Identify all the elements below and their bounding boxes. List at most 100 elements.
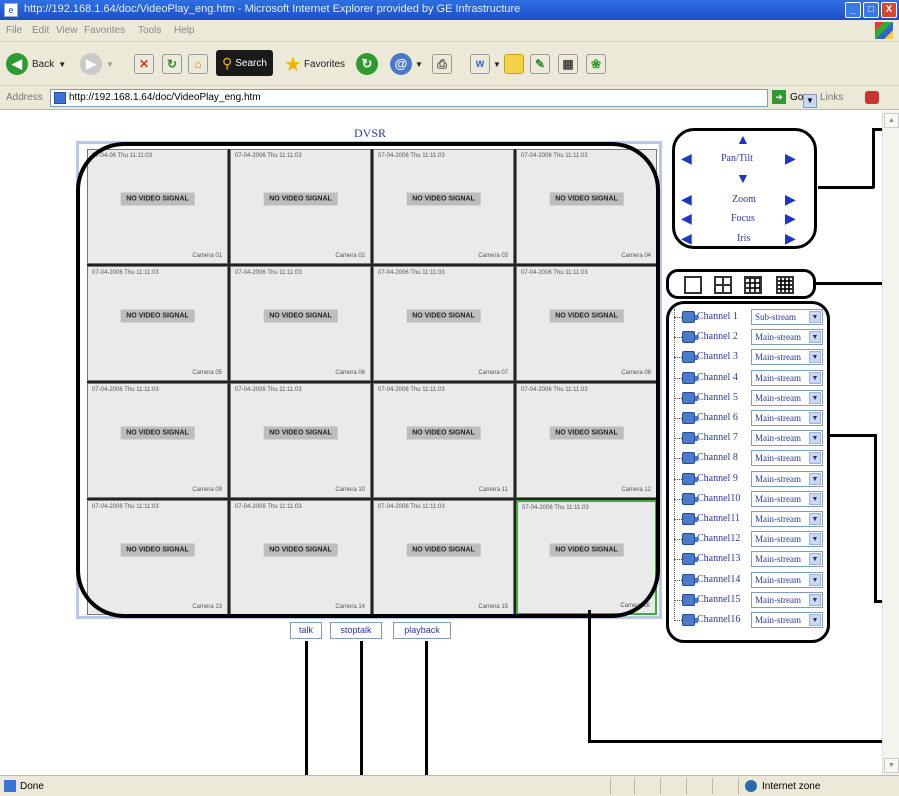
channel-row[interactable]: Channel10 Main-stream ▼ bbox=[674, 490, 824, 509]
channel-row[interactable]: Channel15 Main-stream ▼ bbox=[674, 591, 824, 610]
stream-select[interactable]: Main-stream ▼ bbox=[751, 450, 823, 467]
chevron-down-icon[interactable]: ▼ bbox=[809, 331, 821, 344]
focus-near-icon[interactable]: ◀ bbox=[681, 211, 692, 225]
focus-far-icon[interactable]: ▶ bbox=[785, 211, 796, 225]
stream-select[interactable]: Main-stream ▼ bbox=[751, 329, 823, 346]
stream-select[interactable]: Main-stream ▼ bbox=[751, 410, 823, 426]
menu-view[interactable]: View bbox=[56, 25, 78, 36]
channel-name[interactable]: Channel14 bbox=[697, 574, 740, 585]
talk-button[interactable]: talk bbox=[290, 622, 322, 639]
chevron-down-icon[interactable]: ▼ bbox=[809, 311, 821, 323]
chevron-down-icon[interactable]: ▼ bbox=[809, 573, 821, 586]
vertical-scrollbar[interactable]: ▲ ▼ bbox=[882, 111, 899, 775]
stream-select[interactable]: Main-stream ▼ bbox=[751, 369, 823, 386]
channel-name[interactable]: Channel 1 bbox=[697, 311, 738, 322]
channel-row[interactable]: Channel14 Main-stream ▼ bbox=[674, 571, 824, 590]
chevron-down-icon[interactable]: ▼ bbox=[809, 432, 821, 445]
back-button[interactable]: ◀ Back ▼ bbox=[6, 50, 66, 78]
scroll-up-icon[interactable]: ▲ bbox=[884, 113, 899, 128]
tilt-down-icon[interactable]: ▼ bbox=[736, 171, 750, 185]
chevron-down-icon[interactable]: ▼ bbox=[809, 412, 821, 424]
scroll-down-icon[interactable]: ▼ bbox=[884, 758, 899, 773]
sixteen-view-icon[interactable] bbox=[776, 276, 794, 294]
channel-name[interactable]: Channel11 bbox=[697, 513, 740, 524]
menu-file[interactable]: File bbox=[6, 25, 22, 36]
stream-select[interactable]: Main-stream ▼ bbox=[751, 470, 823, 487]
iris-close-icon[interactable]: ◀ bbox=[681, 231, 692, 245]
menu-tools[interactable]: Tools bbox=[138, 25, 161, 36]
maximize-button[interactable]: □ bbox=[863, 2, 879, 18]
menu-favorites[interactable]: Favorites bbox=[84, 25, 125, 36]
channel-row[interactable]: Channel 5 Main-stream ▼ bbox=[674, 389, 824, 408]
msn-button[interactable]: ❀ bbox=[586, 50, 606, 78]
stream-select[interactable]: Main-stream ▼ bbox=[751, 571, 823, 588]
zoom-out-icon[interactable]: ◀ bbox=[681, 192, 692, 206]
close-button[interactable]: X bbox=[881, 2, 897, 18]
channel-name[interactable]: Channel 6 bbox=[697, 412, 738, 423]
pan-left-icon[interactable]: ◀ bbox=[681, 151, 692, 165]
messenger-button[interactable]: ▦ bbox=[558, 50, 578, 78]
chevron-down-icon[interactable]: ▼ bbox=[809, 492, 821, 505]
edit-button[interactable]: W ▼ bbox=[470, 50, 501, 78]
single-view-icon[interactable] bbox=[684, 276, 702, 294]
tilt-up-icon[interactable]: ▲ bbox=[736, 132, 750, 146]
minimize-button[interactable]: _ bbox=[845, 2, 861, 18]
stream-select[interactable]: Main-stream ▼ bbox=[751, 389, 823, 406]
channel-row[interactable]: Channel 6 Main-stream ▼ bbox=[674, 410, 824, 428]
channel-name[interactable]: Channel 8 bbox=[697, 452, 738, 463]
stream-select[interactable]: Main-stream ▼ bbox=[751, 612, 823, 628]
favorites-button[interactable]: ★ Favorites bbox=[284, 50, 345, 78]
stream-select[interactable]: Main-stream ▼ bbox=[751, 551, 823, 568]
channel-name[interactable]: Channel 9 bbox=[697, 473, 738, 484]
channel-name[interactable]: Channel13 bbox=[697, 553, 740, 564]
chevron-down-icon[interactable]: ▼ bbox=[809, 351, 821, 364]
chevron-down-icon[interactable]: ▼ bbox=[809, 593, 821, 606]
stream-select[interactable]: Main-stream ▼ bbox=[751, 591, 823, 608]
channel-row[interactable]: Channel16 Main-stream ▼ bbox=[674, 612, 824, 630]
stop-button[interactable]: ✕ bbox=[134, 50, 154, 78]
playback-button[interactable]: playback bbox=[393, 622, 451, 639]
toolbar-extension-icon[interactable] bbox=[865, 91, 879, 104]
research-button[interactable]: ✎ bbox=[530, 50, 550, 78]
stoptalk-button[interactable]: stoptalk bbox=[330, 622, 382, 639]
channel-name[interactable]: Channel15 bbox=[697, 594, 740, 605]
channel-name[interactable]: Channel 2 bbox=[697, 331, 738, 342]
channel-row[interactable]: Channel 8 Main-stream ▼ bbox=[674, 450, 824, 468]
links-button[interactable]: Links bbox=[820, 92, 843, 103]
print-button[interactable]: ⎙ bbox=[432, 50, 452, 78]
stream-select[interactable]: Main-stream ▼ bbox=[751, 511, 823, 527]
stream-select[interactable]: Sub-stream ▼ bbox=[751, 309, 823, 325]
channel-name[interactable]: Channel10 bbox=[697, 493, 740, 504]
channel-row[interactable]: Channel 3 Main-stream ▼ bbox=[674, 349, 824, 367]
folder-button[interactable] bbox=[504, 50, 524, 78]
iris-open-icon[interactable]: ▶ bbox=[785, 231, 796, 245]
menu-edit[interactable]: Edit bbox=[32, 25, 49, 36]
chevron-down-icon[interactable]: ▼ bbox=[809, 553, 821, 566]
refresh-button[interactable]: ↻ bbox=[162, 50, 182, 78]
quad-view-icon[interactable] bbox=[714, 276, 732, 294]
forward-button[interactable]: ▶ ▼ bbox=[80, 50, 114, 78]
chevron-down-icon[interactable]: ▼ bbox=[809, 533, 821, 546]
chevron-down-icon[interactable]: ▼ bbox=[809, 452, 821, 465]
home-button[interactable]: ⌂ bbox=[188, 50, 208, 78]
channel-row[interactable]: Channel 4 Main-stream ▼ bbox=[674, 369, 824, 388]
mail-button[interactable]: @ ▼ bbox=[390, 50, 423, 78]
zoom-in-icon[interactable]: ▶ bbox=[785, 192, 796, 206]
channel-row[interactable]: Channel13 Main-stream ▼ bbox=[674, 551, 824, 569]
chevron-down-icon[interactable]: ▼ bbox=[803, 94, 817, 108]
channel-name[interactable]: Channel16 bbox=[697, 614, 740, 625]
address-input[interactable]: http://192.168.1.64/doc/VideoPlay_eng.ht… bbox=[50, 89, 817, 108]
stream-select[interactable]: Main-stream ▼ bbox=[751, 430, 823, 447]
channel-row[interactable]: Channel 9 Main-stream ▼ bbox=[674, 470, 824, 489]
stream-select[interactable]: Main-stream ▼ bbox=[751, 349, 823, 366]
channel-row[interactable]: Channel 1 Sub-stream ▼ bbox=[674, 309, 824, 327]
channel-row[interactable]: Channel12 Main-stream ▼ bbox=[674, 531, 824, 549]
channel-row[interactable]: Channel11 Main-stream ▼ bbox=[674, 511, 824, 529]
chevron-down-icon[interactable]: ▼ bbox=[809, 391, 821, 404]
chevron-down-icon[interactable]: ▼ bbox=[809, 614, 821, 626]
channel-name[interactable]: Channel12 bbox=[697, 533, 740, 544]
channel-name[interactable]: Channel 4 bbox=[697, 372, 738, 383]
channel-row[interactable]: Channel 7 Main-stream ▼ bbox=[674, 430, 824, 448]
go-button[interactable]: ➜ Go bbox=[772, 90, 803, 106]
chevron-down-icon[interactable]: ▼ bbox=[809, 472, 821, 485]
